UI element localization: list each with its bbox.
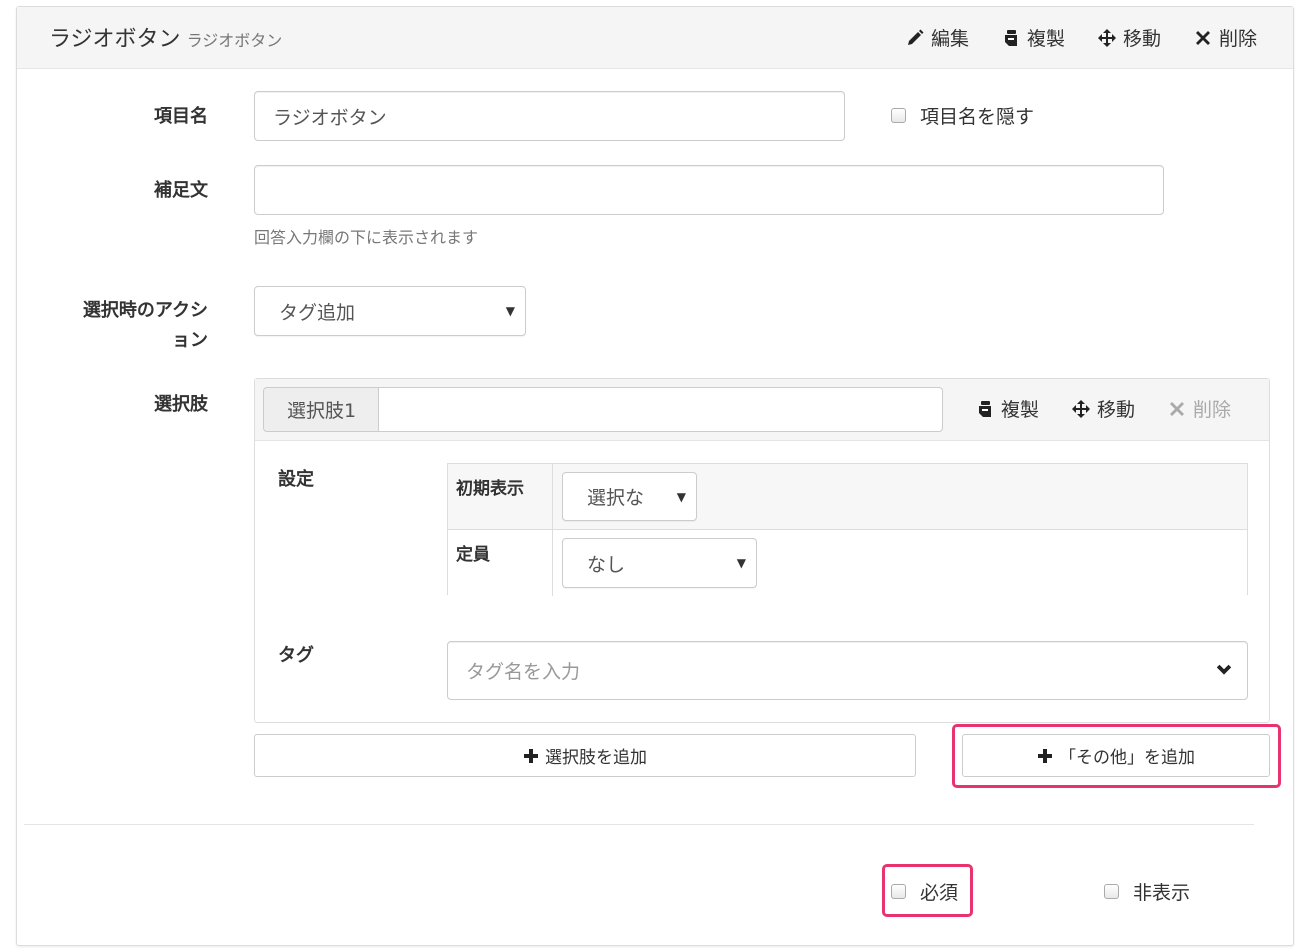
- chevron-down-icon[interactable]: [1215, 662, 1233, 680]
- setting-row-initial: 初期表示 選択な ▼: [448, 464, 1247, 530]
- capacity-select[interactable]: なし ▼: [562, 538, 757, 588]
- action-select-value: タグ追加: [279, 301, 356, 324]
- pencil-icon: [907, 29, 924, 45]
- panel-subtitle: ラジオボタン: [186, 31, 283, 50]
- caret-down-icon: ▼: [676, 489, 686, 504]
- edit-button[interactable]: 編集: [905, 24, 969, 51]
- supplement-input[interactable]: [254, 165, 1164, 215]
- settings-label: 設定: [278, 469, 314, 490]
- setting-name: 定員: [448, 530, 553, 596]
- action-label-line1: 選択時のアクシ: [82, 300, 208, 321]
- setting-name: 初期表示: [448, 464, 553, 529]
- hide-label-text: 項目名を隠す: [920, 106, 1035, 128]
- panel-header: ラジオボタン ラジオボタン 編集 複製 移動 削除: [17, 7, 1293, 69]
- choice-item-header: 選択肢1 複製 移動 削除: [255, 379, 1269, 441]
- setting-row-capacity: 定員 なし ▼: [448, 530, 1247, 596]
- add-choice-button[interactable]: 選択肢を追加: [254, 734, 916, 777]
- panel-title-text: ラジオボタン: [49, 27, 181, 52]
- choice-duplicate-button[interactable]: 複製: [975, 395, 1039, 422]
- supplement-help: 回答入力欄の下に表示されます: [254, 228, 479, 247]
- initial-display-select[interactable]: 選択な ▼: [562, 472, 697, 521]
- capacity-value: なし: [587, 553, 626, 576]
- delete-button[interactable]: 削除: [1193, 24, 1257, 51]
- hidden-checkbox-box[interactable]: [1104, 884, 1119, 899]
- choice-input[interactable]: [378, 387, 943, 432]
- choice-duplicate-label: 複製: [1000, 399, 1039, 421]
- divider: [24, 824, 1254, 825]
- action-select[interactable]: タグ追加 ▼: [254, 286, 526, 336]
- caret-down-icon: ▼: [505, 304, 515, 318]
- tag-placeholder: タグ名を入力: [466, 661, 581, 683]
- highlight-required: [882, 864, 973, 917]
- hidden-label: 非表示: [1133, 882, 1191, 904]
- duplicate-button[interactable]: 複製: [1001, 24, 1065, 51]
- supplement-label: 補足文: [154, 180, 208, 201]
- hidden-checkbox[interactable]: 非表示: [1104, 878, 1190, 905]
- duplicate-label: 複製: [1026, 28, 1065, 50]
- choice-move-button[interactable]: 移動: [1071, 395, 1135, 422]
- hide-label-checkbox-box[interactable]: [891, 108, 906, 123]
- choice-item-box: 選択肢1 複製 移動 削除 設定 初期表示 選択な ▼ 定員 なし ▼ タグ タ…: [254, 378, 1270, 723]
- plus-icon: [524, 748, 538, 763]
- hide-label-checkbox[interactable]: 項目名を隠す: [891, 102, 1034, 129]
- choice-prefix: 選択肢1: [263, 387, 379, 432]
- duplicate-icon: [978, 400, 991, 417]
- edit-label: 編集: [930, 28, 969, 50]
- choice-delete-button[interactable]: 削除: [1167, 395, 1231, 422]
- choice-move-label: 移動: [1096, 399, 1135, 421]
- item-name-input[interactable]: ラジオボタン: [254, 91, 845, 141]
- header-actions: 編集 複製 移動 削除: [905, 24, 1257, 51]
- delete-icon: [1195, 30, 1210, 45]
- move-label: 移動: [1122, 28, 1161, 50]
- tag-label: タグ: [278, 645, 314, 666]
- settings-table: 初期表示 選択な ▼ 定員 なし ▼: [447, 463, 1248, 596]
- item-name-label: 項目名: [154, 106, 208, 127]
- choice-actions: 複製 移動 削除: [975, 395, 1231, 422]
- caret-down-icon: ▼: [736, 556, 746, 570]
- action-label: 選択時のアクシ ョン: [40, 296, 208, 356]
- delete-label: 削除: [1218, 28, 1257, 50]
- duplicate-icon: [1004, 29, 1017, 46]
- tag-input[interactable]: タグ名を入力: [447, 641, 1248, 700]
- choice-delete-label: 削除: [1192, 399, 1231, 421]
- move-icon: [1071, 399, 1090, 418]
- action-label-line2: ョン: [172, 330, 208, 351]
- move-icon: [1097, 28, 1116, 47]
- move-button[interactable]: 移動: [1097, 24, 1161, 51]
- initial-display-value: 選択な: [587, 487, 645, 509]
- choices-label: 選択肢: [154, 394, 208, 415]
- highlight-add-other: [952, 724, 1281, 788]
- add-choice-label: 選択肢を追加: [545, 748, 647, 768]
- delete-icon: [1169, 401, 1184, 416]
- item-name-value: ラジオボタン: [273, 106, 387, 129]
- panel-title: ラジオボタン ラジオボタン: [49, 21, 282, 53]
